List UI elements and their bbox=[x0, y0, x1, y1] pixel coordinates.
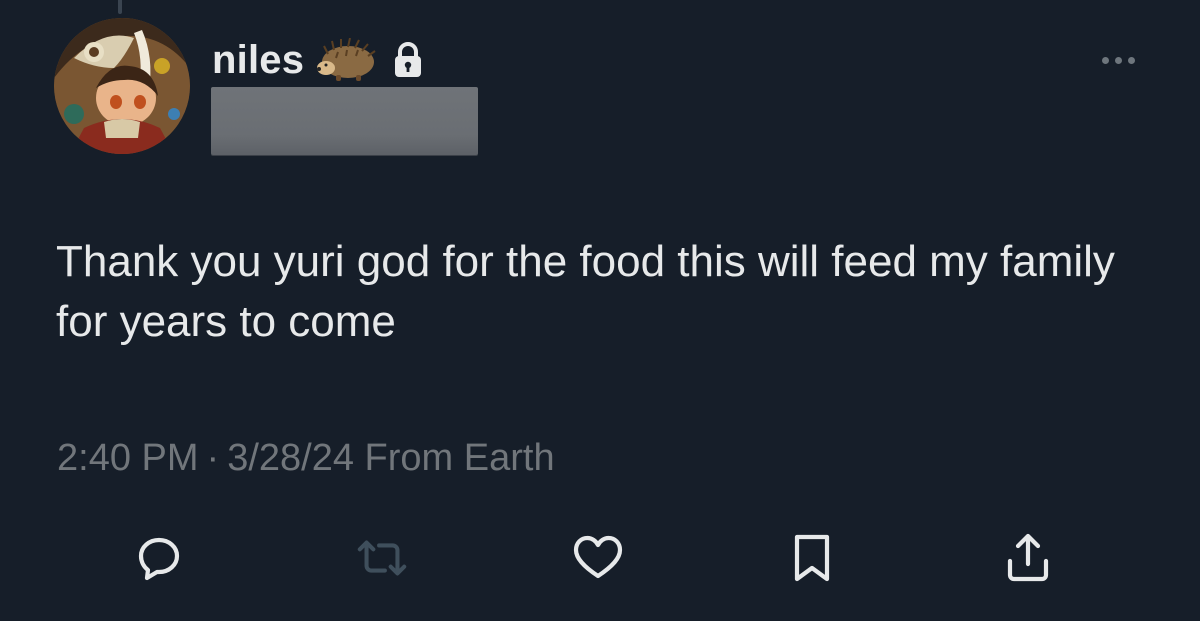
more-options-button[interactable] bbox=[1094, 50, 1142, 70]
tweet-date[interactable]: 3/28/24 bbox=[227, 437, 354, 479]
lock-icon bbox=[392, 41, 424, 79]
retweet-icon bbox=[357, 540, 407, 576]
redacted-handle bbox=[211, 87, 478, 155]
more-dot-icon bbox=[1114, 56, 1122, 64]
bookmark-button[interactable] bbox=[784, 530, 840, 586]
hedgehog-emoji-icon bbox=[316, 37, 378, 82]
author-display-name[interactable]: niles bbox=[212, 38, 304, 83]
like-button[interactable] bbox=[570, 530, 626, 586]
retweet-button[interactable] bbox=[354, 530, 410, 586]
more-dot-icon bbox=[1101, 56, 1109, 64]
author-name-row[interactable]: niles bbox=[212, 36, 424, 84]
share-icon bbox=[1007, 533, 1049, 582]
share-button[interactable] bbox=[1000, 530, 1056, 586]
tweet-time[interactable]: 2:40 PM bbox=[57, 437, 199, 479]
reply-icon bbox=[138, 537, 180, 581]
reply-button[interactable] bbox=[131, 530, 187, 586]
tweet-source: From Earth bbox=[364, 437, 555, 479]
tweet-metadata: 2:40 PM · 3/28/24 From Earth bbox=[57, 437, 555, 480]
meta-separator: · bbox=[206, 437, 220, 479]
thread-connector-line bbox=[118, 0, 122, 14]
like-icon bbox=[573, 535, 623, 579]
tweet-text: Thank you yuri god for the food this wil… bbox=[56, 237, 1115, 346]
avatar[interactable] bbox=[54, 18, 190, 154]
more-dot-icon bbox=[1127, 56, 1135, 64]
tweet-detail-screen: niles Thank you yuri god for the food th… bbox=[0, 0, 1200, 621]
action-bar bbox=[0, 530, 1200, 586]
bookmark-icon bbox=[794, 534, 830, 582]
